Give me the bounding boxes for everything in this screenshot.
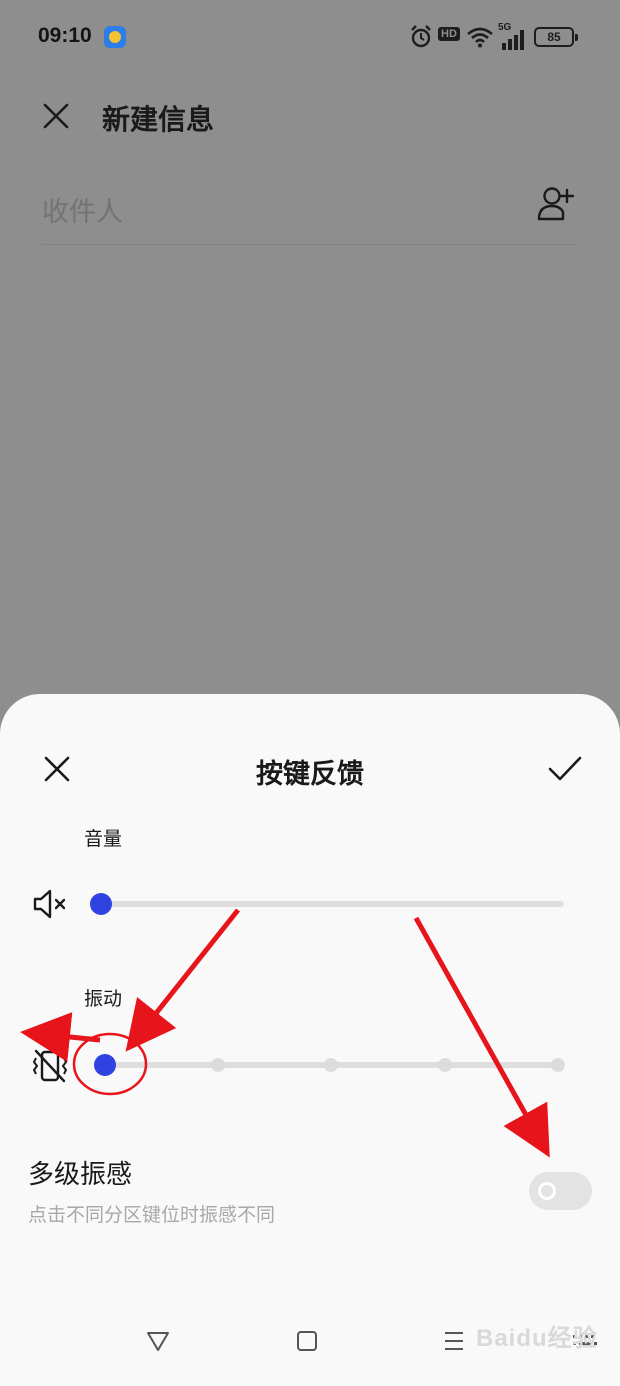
close-icon[interactable]: [42, 102, 70, 130]
status-bar: 09:10 HD 5G 85: [0, 0, 620, 76]
vibration-stop[interactable]: [551, 1058, 565, 1072]
recipient-input[interactable]: 收件人: [42, 190, 123, 229]
status-icons: HD 5G 85: [410, 22, 580, 52]
key-feedback-sheet: 按键反馈 音量 振动 多级振感 点击不同分区键位时振感不同 Baidu经验: [0, 694, 620, 1386]
vibration-label: 振动: [84, 988, 123, 1010]
recipient-divider: [42, 244, 576, 245]
app-notification-icon: [104, 26, 126, 48]
vibrate-off-icon: [32, 1049, 68, 1083]
status-time: 09:10: [38, 24, 92, 47]
speaker-mute-icon: [33, 889, 66, 919]
vibration-stop[interactable]: [437, 1058, 452, 1072]
volume-label: 音量: [84, 828, 123, 850]
sheet-title: 按键反馈: [256, 759, 364, 790]
signal-icon: [502, 30, 524, 50]
check-icon[interactable]: [548, 756, 582, 782]
menu-lines-icon[interactable]: [443, 1330, 465, 1352]
page-title: 新建信息: [102, 103, 215, 136]
watermark: Baidu经验: [476, 1325, 598, 1352]
battery-indicator: 85: [534, 27, 578, 47]
triangle-back-icon[interactable]: [146, 1330, 170, 1352]
toggle-knob: [538, 1182, 556, 1200]
vibration-stop[interactable]: [324, 1058, 338, 1072]
hd-badge: HD: [438, 27, 460, 41]
volume-slider-thumb[interactable]: [90, 893, 112, 915]
wifi-icon: [467, 27, 493, 48]
square-home-icon[interactable]: [296, 1330, 318, 1352]
vibration-slider-thumb[interactable]: [94, 1054, 116, 1076]
add-contact-icon[interactable]: [536, 186, 576, 222]
volume-slider[interactable]: [100, 901, 564, 907]
vibration-stop[interactable]: [210, 1058, 225, 1072]
multi-level-vibration-toggle[interactable]: [529, 1172, 592, 1210]
multi-level-vibration-title: 多级振感: [28, 1160, 133, 1190]
alarm-icon: [411, 25, 431, 48]
multi-level-vibration-description: 点击不同分区键位时振感不同: [28, 1204, 276, 1226]
